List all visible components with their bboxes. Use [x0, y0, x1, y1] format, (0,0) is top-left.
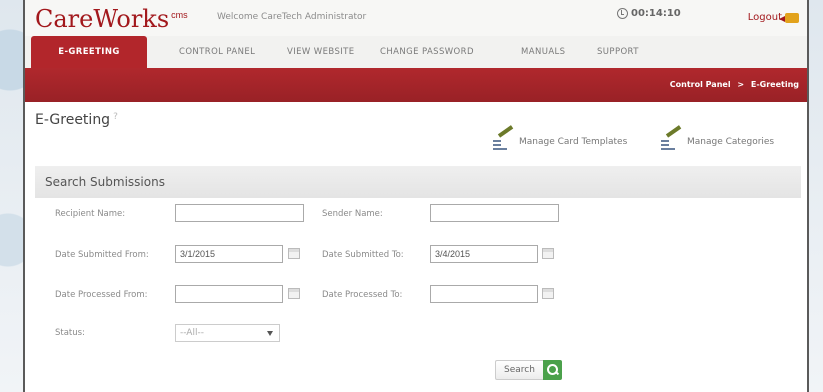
calendar-icon[interactable] — [542, 288, 554, 299]
search-button[interactable]: Search — [495, 360, 562, 380]
nav-item-manuals[interactable]: MANUALS — [521, 36, 565, 68]
logout-label: Logout — [747, 12, 782, 23]
nav-item-control-panel[interactable]: CONTROL PANEL — [179, 36, 255, 68]
nav-item-change-password[interactable]: CHANGE PASSWORD — [380, 36, 474, 68]
date-processed-to-input[interactable] — [430, 285, 538, 303]
session-timer: 00:14:10 — [617, 8, 681, 19]
logo[interactable]: CareWorks cms — [35, 5, 188, 33]
date-submitted-from-input[interactable]: 3/1/2015 — [175, 245, 283, 263]
edit-list-icon — [661, 125, 683, 152]
status-label: Status: — [55, 328, 85, 338]
clock-icon — [617, 8, 628, 19]
welcome-text: Welcome CareTech Administrator — [217, 12, 367, 22]
breadcrumb-separator: > — [737, 80, 745, 89]
manage-categories-label: Manage Categories — [687, 137, 775, 147]
logout-icon — [779, 12, 799, 23]
calendar-icon[interactable] — [288, 288, 300, 299]
page-title: E-Greeting? — [35, 112, 118, 128]
chevron-down-icon — [267, 331, 273, 336]
nav-item-support[interactable]: SUPPORT — [597, 36, 639, 68]
search-panel: Search Submissions — [35, 166, 801, 392]
date-processed-from-input[interactable] — [175, 285, 283, 303]
breadcrumb-parent[interactable]: Control Panel — [670, 80, 731, 89]
recipient-name-label: Recipient Name: — [55, 209, 126, 219]
date-submitted-to-input[interactable]: 3/4/2015 — [430, 245, 538, 263]
search-button-label: Search — [495, 360, 543, 380]
date-submitted-from-label: Date Submitted From: — [55, 250, 149, 260]
timer-value: 00:14:10 — [631, 8, 681, 19]
date-submitted-to-label: Date Submitted To: — [322, 250, 404, 260]
search-panel-header: Search Submissions — [35, 166, 801, 198]
page-title-text: E-Greeting — [35, 112, 111, 128]
manage-categories-link[interactable]: Manage Categories — [661, 125, 775, 152]
nav-item-view-website[interactable]: VIEW WEBSITE — [287, 36, 355, 68]
top-bar: CareWorks cms Welcome CareTech Administra… — [25, 0, 807, 36]
search-icon — [542, 360, 562, 380]
sender-name-label: Sender Name: — [322, 209, 383, 219]
edit-list-icon — [493, 125, 515, 152]
status-select[interactable]: --All-- — [175, 324, 280, 342]
manage-card-templates-label: Manage Card Templates — [519, 137, 628, 147]
logout-link[interactable]: Logout — [748, 12, 799, 23]
app-window: CareWorks cms Welcome CareTech Administra… — [23, 0, 809, 392]
search-panel-title: Search Submissions — [45, 175, 165, 189]
calendar-icon[interactable] — [542, 248, 554, 259]
breadcrumb-bar: Control Panel > E-Greeting — [25, 68, 807, 102]
date-processed-to-label: Date Processed To: — [322, 290, 403, 300]
main-nav: E-GREETING CONTROL PANEL VIEW WEBSITE CH… — [25, 36, 807, 69]
status-select-value: --All-- — [180, 328, 204, 338]
breadcrumb-current: E-Greeting — [750, 80, 799, 89]
date-processed-from-label: Date Processed From: — [55, 290, 148, 300]
calendar-icon[interactable] — [288, 248, 300, 259]
recipient-name-input[interactable] — [175, 204, 304, 222]
sender-name-input[interactable] — [430, 204, 559, 222]
manage-card-templates-link[interactable]: Manage Card Templates — [493, 125, 628, 152]
breadcrumb: Control Panel > E-Greeting — [670, 80, 799, 89]
nav-item-e-greeting[interactable]: E-GREETING — [31, 36, 147, 68]
help-icon[interactable]: ? — [113, 112, 118, 122]
